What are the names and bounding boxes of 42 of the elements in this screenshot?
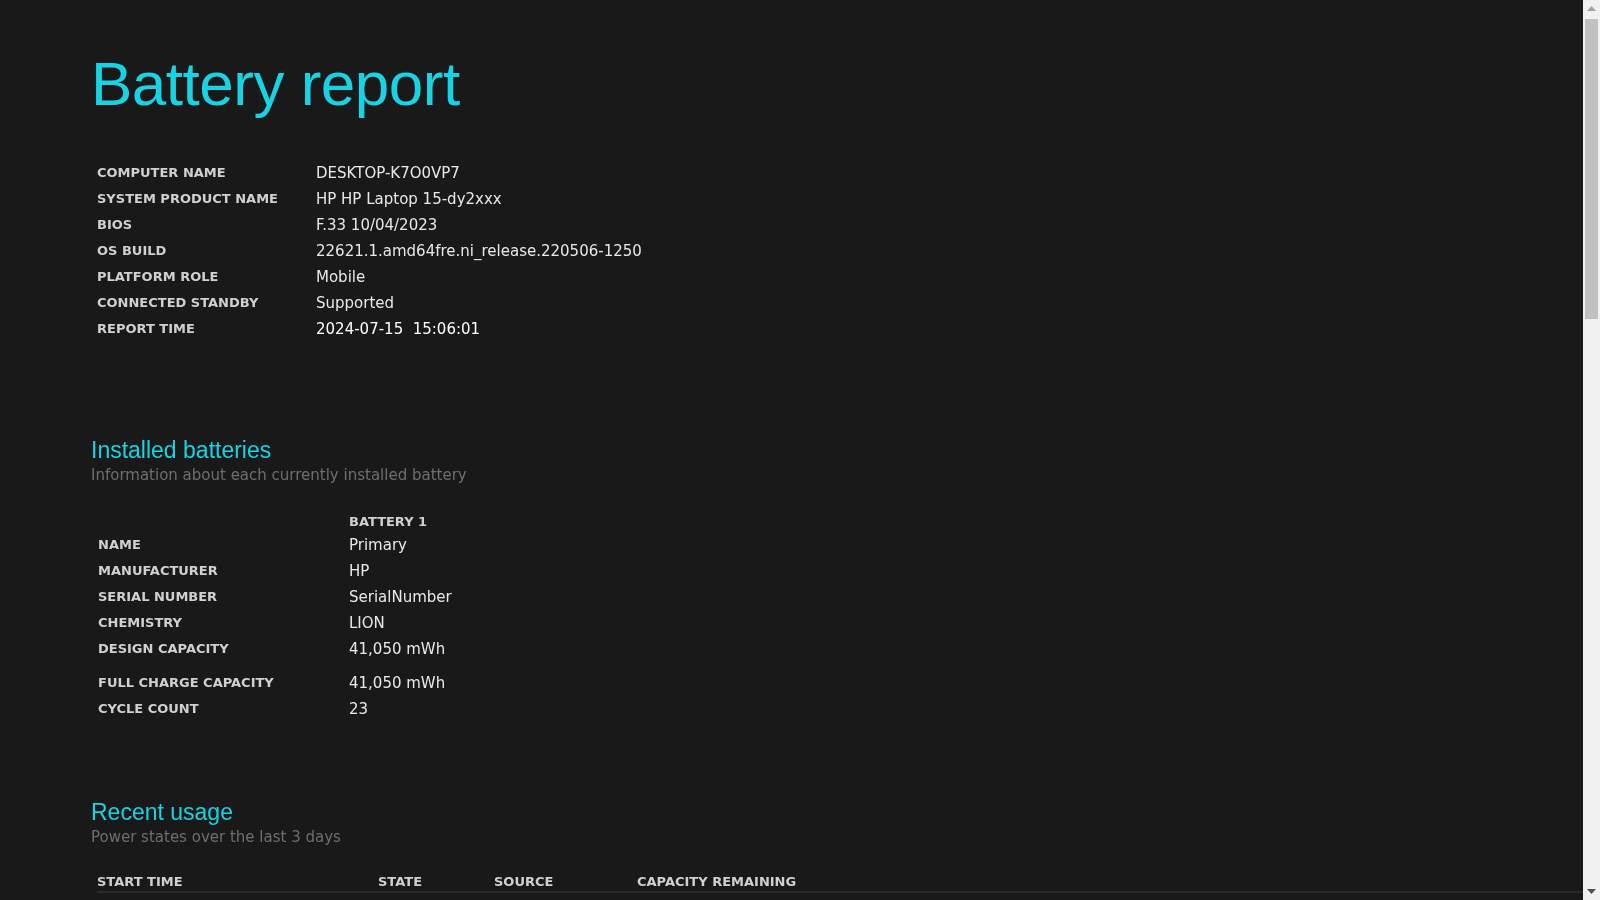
scroll-down-icon[interactable] bbox=[1587, 889, 1596, 894]
battery-value: SerialNumber bbox=[349, 587, 452, 607]
info-label: SYSTEM PRODUCT NAME bbox=[97, 190, 279, 208]
battery-label: CHEMISTRY bbox=[98, 614, 184, 632]
column-header: SOURCE bbox=[494, 873, 555, 891]
page-title: Battery report bbox=[91, 48, 460, 119]
battery-value: 23 bbox=[349, 699, 370, 719]
info-value: HP HP Laptop 15-dy2xxx bbox=[316, 189, 503, 209]
battery-label: SERIAL NUMBER bbox=[98, 588, 219, 606]
battery-value: 41,050 mWh bbox=[349, 673, 447, 693]
info-value: 22621.1.amd64fre.ni_release.220506-1250 bbox=[316, 241, 642, 261]
info-value: Mobile bbox=[316, 267, 367, 287]
info-label: CONNECTED STANDBY bbox=[97, 294, 260, 312]
section-subtitle: Power states over the last 3 days bbox=[91, 828, 341, 846]
info-value: F.33 10/04/2023 bbox=[316, 215, 439, 235]
info-label: BIOS bbox=[97, 216, 134, 234]
info-value: 2024-07-15 15:06:01 bbox=[316, 319, 482, 339]
battery-value: HP bbox=[349, 561, 371, 581]
battery-label: DESIGN CAPACITY bbox=[98, 640, 230, 658]
section-heading: Recent usage bbox=[91, 799, 233, 826]
info-value: DESKTOP-K7O0VP7 bbox=[316, 163, 461, 183]
info-label: REPORT TIME bbox=[97, 320, 196, 338]
column-header: START TIME bbox=[97, 873, 184, 891]
info-value: Supported bbox=[316, 293, 396, 313]
section-subtitle: Information about each currently installed battery bbox=[91, 466, 467, 484]
battery-label: NAME bbox=[98, 536, 142, 554]
scroll-up-icon[interactable] bbox=[1587, 6, 1596, 11]
battery-value: Primary bbox=[349, 535, 408, 555]
column-header: STATE bbox=[378, 873, 424, 891]
battery-label: MANUFACTURER bbox=[98, 562, 219, 580]
battery-label: FULL CHARGE CAPACITY bbox=[98, 674, 275, 692]
column-header: BATTERY 1 bbox=[349, 514, 429, 529]
battery-value: LION bbox=[349, 613, 386, 633]
battery-label: CYCLE COUNT bbox=[98, 700, 200, 718]
battery-value: 41,050 mWh bbox=[349, 639, 447, 659]
column-header: CAPACITY REMAINING bbox=[637, 873, 798, 891]
info-label: PLATFORM ROLE bbox=[97, 268, 220, 286]
info-label: OS BUILD bbox=[97, 242, 168, 260]
scrollbar[interactable] bbox=[1583, 0, 1600, 900]
info-label: COMPUTER NAME bbox=[97, 164, 227, 182]
scroll-thumb[interactable] bbox=[1585, 19, 1598, 319]
section-heading: Installed batteries bbox=[91, 437, 272, 464]
